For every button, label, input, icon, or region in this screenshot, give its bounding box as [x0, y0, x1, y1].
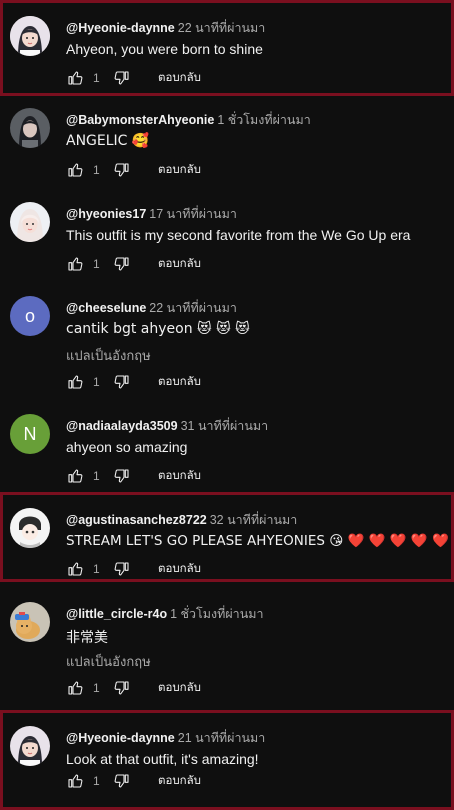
author-avatar[interactable]	[10, 202, 50, 242]
author-name[interactable]: @nadiaalayda3509	[66, 419, 178, 433]
comment-actions: 1 ตอบกลับ	[66, 466, 201, 486]
comment-time[interactable]: 31 นาทีที่ผ่านมา	[181, 419, 269, 433]
dislike-icon[interactable]	[113, 467, 131, 485]
author-name[interactable]: @BabymonsterAhyeonie	[66, 113, 214, 127]
comment-meta: @little_circle-r4o 1 ชั่วโมงที่ผ่านมา	[66, 604, 264, 624]
dislike-icon[interactable]	[113, 560, 131, 578]
like-count: 1	[93, 375, 100, 389]
dislike-icon[interactable]	[113, 772, 131, 790]
like-icon[interactable]	[66, 679, 84, 697]
comment-time[interactable]: 21 นาทีที่ผ่านมา	[178, 731, 266, 745]
photo-avatar-icon	[10, 108, 50, 148]
dislike-icon[interactable]	[113, 255, 131, 273]
dislike-icon[interactable]	[113, 161, 131, 179]
comment-meta: @Hyeonie-daynne 21 นาทีที่ผ่านมา	[66, 728, 265, 748]
comment-time[interactable]: 32 นาทีที่ผ่านมา	[210, 513, 298, 527]
comment-actions: 1 ตอบกลับ	[66, 372, 201, 392]
like-icon[interactable]	[66, 255, 84, 273]
like-count: 1	[93, 163, 100, 177]
avatar-letter: N	[23, 423, 37, 444]
comment-item: @agustinasanchez8722 32 นาทีที่ผ่านมา STR…	[0, 496, 454, 582]
comment-text: ANGELIC 🥰	[66, 133, 150, 149]
author-avatar[interactable]	[10, 726, 50, 766]
girl-avatar-icon	[10, 16, 50, 56]
reply-button[interactable]: ตอบกลับ	[158, 69, 201, 87]
comment-time[interactable]: 1 ชั่วโมงที่ผ่านมา	[170, 607, 263, 621]
comment-item: @little_circle-r4o 1 ชั่วโมงที่ผ่านมา 非常美…	[0, 590, 454, 708]
comment-item: @BabymonsterAhyeonie 1 ชั่วโมงที่ผ่านมา A…	[0, 96, 454, 190]
author-name[interactable]: @agustinasanchez8722	[66, 513, 207, 527]
reply-button[interactable]: ตอบกลับ	[158, 772, 201, 790]
reply-button[interactable]: ตอบกลับ	[158, 560, 201, 578]
comment-text: 非常美	[66, 630, 108, 646]
comment-meta: @BabymonsterAhyeonie 1 ชั่วโมงที่ผ่านมา	[66, 110, 311, 130]
author-avatar[interactable]: N	[10, 414, 50, 454]
comment-time[interactable]: 1 ชั่วโมงที่ผ่านมา	[217, 113, 310, 127]
dislike-icon[interactable]	[113, 679, 131, 697]
author-avatar[interactable]	[10, 602, 50, 642]
comment-actions: 1 ตอบกลับ	[66, 160, 201, 180]
like-count: 1	[93, 257, 100, 271]
like-icon[interactable]	[66, 69, 84, 87]
comment-text: Look at that outfit, it's amazing!	[66, 751, 259, 767]
like-icon[interactable]	[66, 161, 84, 179]
comment-actions: 1 ตอบกลับ	[66, 559, 201, 579]
author-name[interactable]: @cheeselune	[66, 301, 146, 315]
like-count: 1	[93, 681, 100, 695]
comment-meta: @Hyeonie-daynne 22 นาทีที่ผ่านมา	[66, 18, 265, 38]
comment-meta: @nadiaalayda3509 31 นาทีที่ผ่านมา	[66, 416, 268, 436]
comment-actions: 1 ตอบกลับ	[66, 678, 201, 698]
comment-text: ahyeon so amazing	[66, 439, 188, 455]
dislike-icon[interactable]	[113, 373, 131, 391]
comment-text: This outfit is my second favorite from t…	[66, 227, 411, 243]
comment-time[interactable]: 17 นาทีที่ผ่านมา	[149, 207, 237, 221]
author-name[interactable]: @hyeonies17	[66, 207, 146, 221]
comment-text: STREAM LET'S GO PLEASE AHYEONIES 😘 ❤️ ❤️…	[66, 533, 449, 549]
reply-button[interactable]: ตอบกลับ	[158, 679, 201, 697]
comment-item: @Hyeonie-daynne 21 นาทีที่ผ่านมา Look at …	[0, 714, 454, 806]
like-icon[interactable]	[66, 373, 84, 391]
comment-meta: @hyeonies17 17 นาทีที่ผ่านมา	[66, 204, 237, 224]
anime-avatar-icon	[10, 508, 50, 548]
like-count: 1	[93, 469, 100, 483]
comment-item: @Hyeonie-daynne 22 นาทีที่ผ่านมา Ahyeon, …	[0, 4, 454, 96]
author-avatar[interactable]	[10, 16, 50, 56]
reply-button[interactable]: ตอบกลับ	[158, 373, 201, 391]
comment-actions: 1 ตอบกลับ	[66, 68, 201, 88]
author-name[interactable]: @Hyeonie-daynne	[66, 21, 175, 35]
comment-meta: @agustinasanchez8722 32 นาทีที่ผ่านมา	[66, 510, 297, 530]
author-name[interactable]: @Hyeonie-daynne	[66, 731, 175, 745]
cat-avatar-icon	[10, 602, 50, 642]
comment-meta: @cheeselune 22 นาทีที่ผ่านมา	[66, 298, 237, 318]
comment-text: cantik bgt ahyeon 😻 😻 😻	[66, 321, 250, 337]
reply-button[interactable]: ตอบกลับ	[158, 161, 201, 179]
author-avatar[interactable]	[10, 108, 50, 148]
author-name[interactable]: @little_circle-r4o	[66, 607, 167, 621]
comment-item: @hyeonies17 17 นาทีที่ผ่านมา This outfit …	[0, 190, 454, 284]
comment-item: N @nadiaalayda3509 31 นาทีที่ผ่านมา ahyeo…	[0, 402, 454, 494]
like-icon[interactable]	[66, 467, 84, 485]
translate-link[interactable]: แปลเป็นอังกฤษ	[66, 651, 151, 672]
comment-item: o @cheeselune 22 นาทีที่ผ่านมา cantik bgt…	[0, 284, 454, 402]
author-avatar[interactable]	[10, 508, 50, 548]
comment-time[interactable]: 22 นาทีที่ผ่านมา	[178, 21, 266, 35]
comment-text: Ahyeon, you were born to shine	[66, 41, 263, 57]
like-count: 1	[93, 71, 100, 85]
translate-link[interactable]: แปลเป็นอังกฤษ	[66, 345, 151, 366]
avatar-letter: o	[24, 305, 35, 326]
dislike-icon[interactable]	[113, 69, 131, 87]
like-count: 1	[93, 774, 100, 788]
photo-avatar-icon	[10, 202, 50, 242]
reply-button[interactable]: ตอบกลับ	[158, 467, 201, 485]
reply-button[interactable]: ตอบกลับ	[158, 255, 201, 273]
comment-actions: 1 ตอบกลับ	[66, 254, 201, 274]
like-icon[interactable]	[66, 560, 84, 578]
comment-time[interactable]: 22 นาทีที่ผ่านมา	[149, 301, 237, 315]
like-count: 1	[93, 562, 100, 576]
girl-avatar-icon	[10, 726, 50, 766]
author-avatar[interactable]: o	[10, 296, 50, 336]
comment-actions: 1 ตอบกลับ	[66, 771, 201, 791]
like-icon[interactable]	[66, 772, 84, 790]
